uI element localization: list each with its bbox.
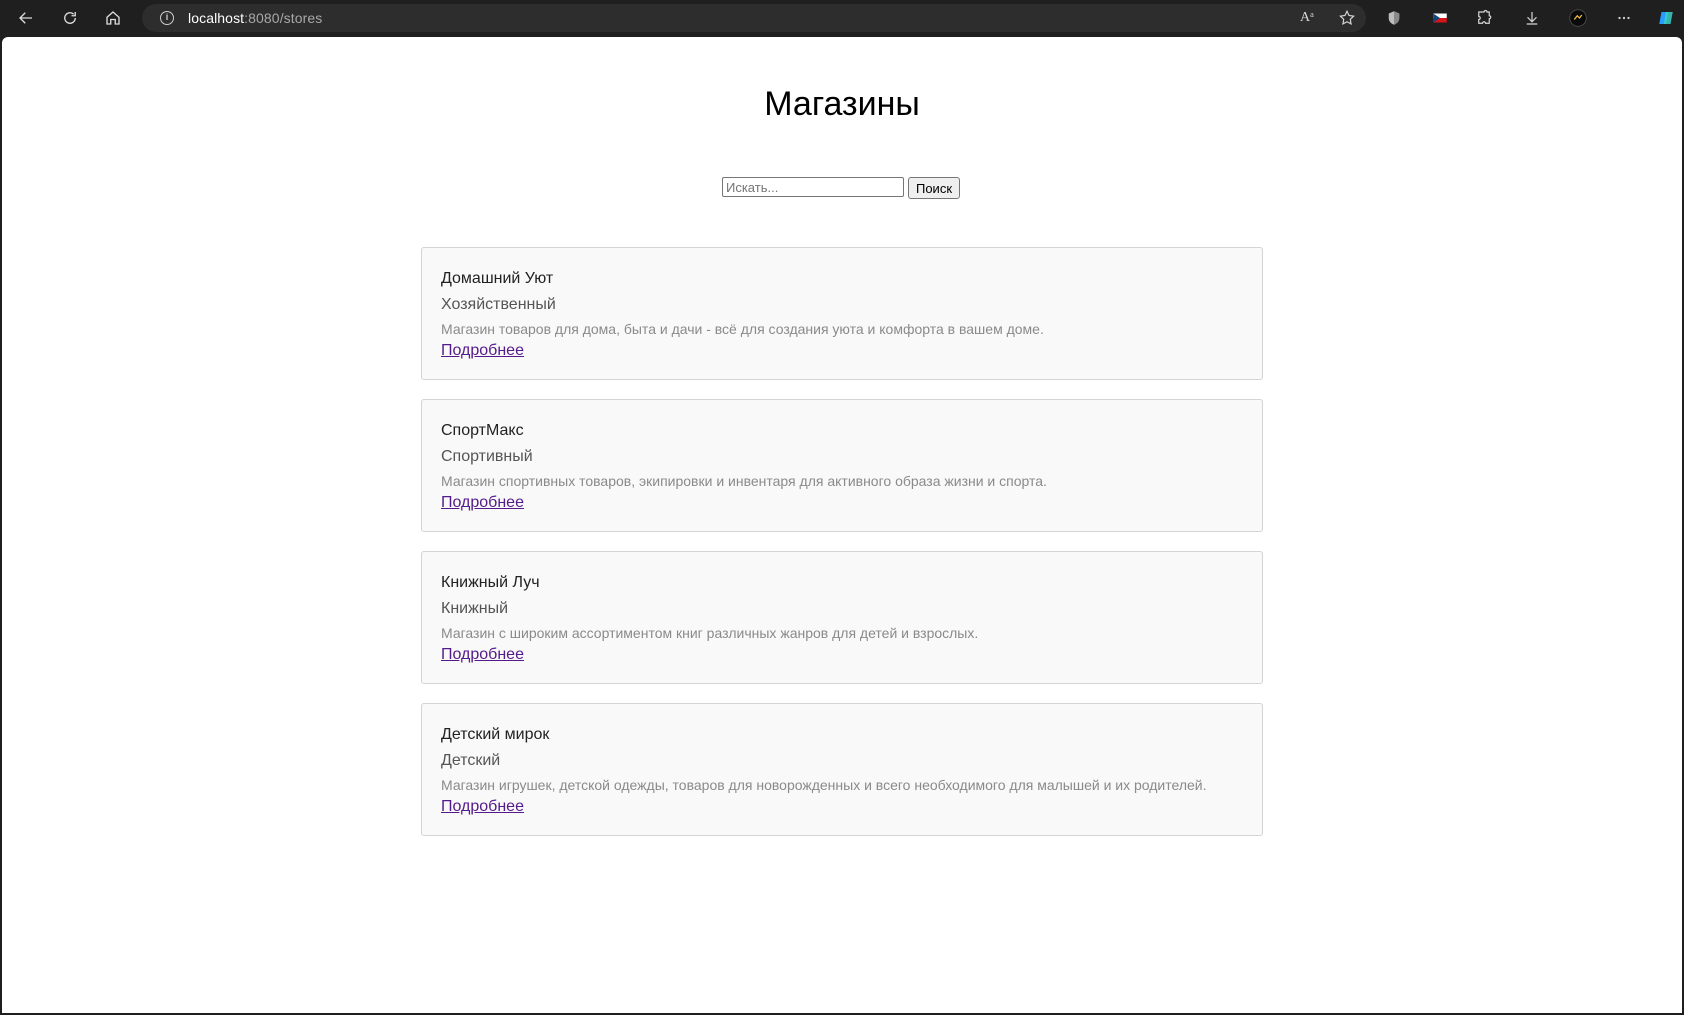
store-type: Детский (441, 752, 501, 769)
store-card: Домашний Уют Хозяйственный Магазин товар… (421, 247, 1263, 380)
store-details-link[interactable]: Подробнее (441, 494, 524, 511)
store-name: Домашний Уют (441, 270, 554, 287)
store-description: Магазин с широким ассортиментом книг раз… (441, 625, 979, 641)
page-title: Магазины (764, 85, 920, 123)
refresh-button[interactable] (56, 4, 84, 32)
store-details-link[interactable]: Подробнее (441, 798, 524, 815)
store-name: Детский мирок (441, 726, 550, 743)
page-viewport: Магазины Поиск Домашний Уют Хозяйственны… (2, 37, 1682, 1013)
store-type: Хозяйственный (441, 296, 556, 313)
downloads-icon[interactable] (1520, 6, 1544, 30)
store-card: Детский мирок Детский Магазин игрушек, д… (421, 703, 1263, 836)
copilot-icon[interactable] (1654, 6, 1678, 30)
store-details-link[interactable]: Подробнее (441, 342, 524, 359)
shield-extension-icon[interactable] (1382, 6, 1406, 30)
store-card: СпортМакс Спортивный Магазин спортивных … (421, 399, 1263, 532)
store-description: Магазин спортивных товаров, экипировки и… (441, 473, 1047, 489)
address-bar[interactable]: i localhost:8080/stores Aᵃ (142, 4, 1366, 32)
store-list: Домашний Уют Хозяйственный Магазин товар… (421, 247, 1263, 855)
store-type: Спортивный (441, 448, 533, 465)
arrow-left-icon (19, 12, 32, 24)
home-icon (106, 11, 120, 25)
favorite-star-icon[interactable] (1338, 9, 1356, 27)
store-details-link[interactable]: Подробнее (441, 646, 524, 663)
url-text[interactable]: localhost:8080/stores (188, 10, 322, 26)
store-description: Магазин товаров для дома, быта и дачи - … (441, 321, 1044, 337)
store-name: Книжный Луч (441, 574, 540, 591)
home-button[interactable] (99, 4, 127, 32)
read-aloud-icon[interactable]: Aᵃ (1298, 9, 1316, 27)
extensions-puzzle-icon[interactable] (1472, 6, 1496, 30)
search-input[interactable] (721, 177, 904, 197)
search-form: Поиск (2, 177, 1681, 199)
store-name: СпортМакс (441, 422, 524, 439)
store-description: Магазин игрушек, детской одежды, товаров… (441, 777, 1207, 793)
back-button[interactable] (12, 4, 40, 32)
info-icon[interactable]: i (160, 11, 174, 25)
more-options-icon[interactable] (1612, 6, 1636, 30)
profile-avatar[interactable] (1566, 6, 1590, 30)
refresh-icon (64, 12, 76, 24)
store-card: Книжный Луч Книжный Магазин с широким ас… (421, 551, 1263, 684)
store-type: Книжный (441, 600, 509, 617)
browser-toolbar: i localhost:8080/stores Aᵃ (0, 0, 1684, 36)
czech-flag-extension-icon[interactable] (1428, 6, 1452, 30)
search-button[interactable]: Поиск (907, 177, 961, 199)
